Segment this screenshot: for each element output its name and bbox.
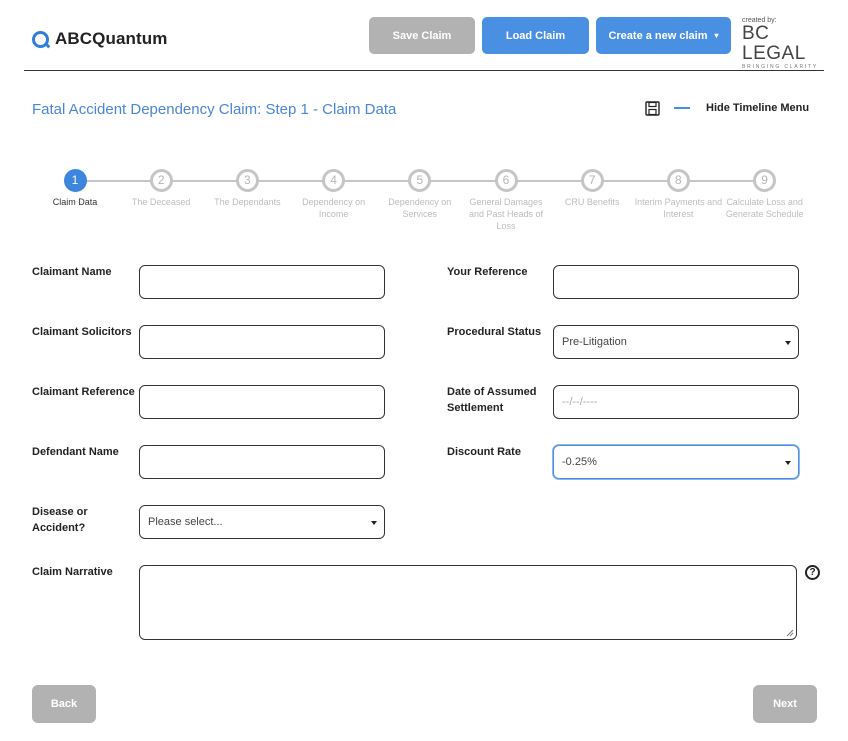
step-number: 2: [149, 169, 173, 192]
step-number: 7: [580, 169, 604, 192]
timeline-step[interactable]: 7 CRU Benefits: [547, 169, 637, 208]
resize-handle-icon[interactable]: [786, 629, 794, 637]
timeline-step[interactable]: 8 Interim Payments and Interest: [633, 169, 723, 220]
chevron-down-icon: ▾: [714, 31, 719, 40]
partner-logo: created by: BC LEGAL BRINGING CLARITY: [742, 17, 822, 70]
dropdown-caret-icon: [785, 341, 791, 345]
load-claim-button[interactable]: Load Claim: [482, 17, 589, 54]
back-button[interactable]: Back: [32, 685, 96, 723]
partner-name: BC LEGAL: [742, 23, 806, 64]
step-label: CRU Benefits: [564, 197, 620, 207]
date-placeholder: --/--/----: [562, 396, 598, 408]
claim-narrative-textarea[interactable]: [139, 565, 797, 640]
timeline-step[interactable]: 3 The Dependants: [202, 169, 292, 208]
procedural-status-select[interactable]: Pre-Litigation: [553, 325, 799, 359]
step-label: Dependency on Services: [388, 197, 452, 219]
step-label: Interim Payments and Interest: [634, 197, 723, 219]
save-icon[interactable]: [645, 101, 660, 116]
app-logo[interactable]: ABCQuantum: [32, 29, 167, 49]
create-new-claim-button[interactable]: Create a new claim ▾: [596, 17, 731, 54]
step-label: General Damages and Past Heads of Loss: [468, 197, 544, 231]
your-reference-label: Your Reference: [447, 266, 528, 278]
disease-accident-value: Please select...: [148, 516, 223, 528]
logo-q-icon: [32, 30, 49, 48]
procedural-status-value: Pre-Litigation: [562, 336, 627, 348]
claimant-solicitors-input[interactable]: [139, 325, 385, 359]
app-name: ABCQuantum: [55, 29, 168, 48]
your-reference-input[interactable]: [553, 265, 799, 299]
claimant-solicitors-label: Claimant Solicitors: [32, 326, 132, 338]
step-number: 6: [494, 169, 518, 192]
timeline-step[interactable]: 5 Dependency on Services: [375, 169, 465, 220]
step-number: 4: [322, 169, 346, 192]
disease-accident-label: Disease or Accident?: [32, 506, 88, 534]
date-assumed-settlement-label: Date of Assumed Settlement: [447, 386, 537, 414]
discount-rate-select[interactable]: -0.25%: [553, 445, 799, 479]
timeline-step[interactable]: 6 General Damages and Past Heads of Loss: [461, 169, 551, 232]
step-number: 1: [63, 169, 87, 192]
timeline-step[interactable]: 2 The Deceased: [116, 169, 206, 208]
help-icon[interactable]: ?: [805, 565, 820, 580]
step-label: Claim Data: [52, 197, 98, 207]
next-button[interactable]: Next: [753, 685, 817, 723]
discount-rate-label: Discount Rate: [447, 446, 521, 458]
hide-timeline-menu-link[interactable]: Hide Timeline Menu: [706, 102, 809, 114]
dropdown-caret-icon: [371, 521, 377, 525]
defendant-name-input[interactable]: [139, 445, 385, 479]
disease-accident-select[interactable]: Please select...: [139, 505, 385, 539]
header-divider: [24, 70, 824, 71]
step-label: Calculate Loss and Generate Schedule: [725, 197, 804, 219]
claimant-name-label: Claimant Name: [32, 266, 112, 278]
step-label: The Dependants: [214, 197, 281, 207]
step-number: 8: [666, 169, 690, 192]
procedural-status-label: Procedural Status: [447, 326, 542, 338]
date-assumed-settlement-input[interactable]: --/--/----: [553, 385, 799, 419]
claimant-reference-label: Claimant Reference: [32, 386, 135, 398]
step-number: 5: [408, 169, 432, 192]
timeline-step[interactable]: 4 Dependency on Income: [289, 169, 379, 220]
step-label: The Deceased: [131, 197, 191, 207]
step-label: Dependency on Income: [302, 197, 366, 219]
timeline-step[interactable]: 1 Claim Data: [30, 169, 120, 208]
minus-icon[interactable]: [674, 107, 690, 109]
claim-narrative-label: Claim Narrative: [32, 566, 113, 578]
step-number: 9: [753, 169, 777, 192]
dropdown-caret-icon: [785, 461, 791, 465]
page-title: Fatal Accident Dependency Claim: Step 1 …: [32, 101, 397, 118]
discount-rate-value: -0.25%: [562, 456, 597, 468]
claimant-name-input[interactable]: [139, 265, 385, 299]
defendant-name-label: Defendant Name: [32, 446, 119, 458]
timeline-step[interactable]: 9 Calculate Loss and Generate Schedule: [720, 169, 810, 220]
claimant-reference-input[interactable]: [139, 385, 385, 419]
save-claim-button[interactable]: Save Claim: [369, 17, 475, 54]
step-number: 3: [235, 169, 259, 192]
create-new-claim-label: Create a new claim: [608, 29, 708, 42]
